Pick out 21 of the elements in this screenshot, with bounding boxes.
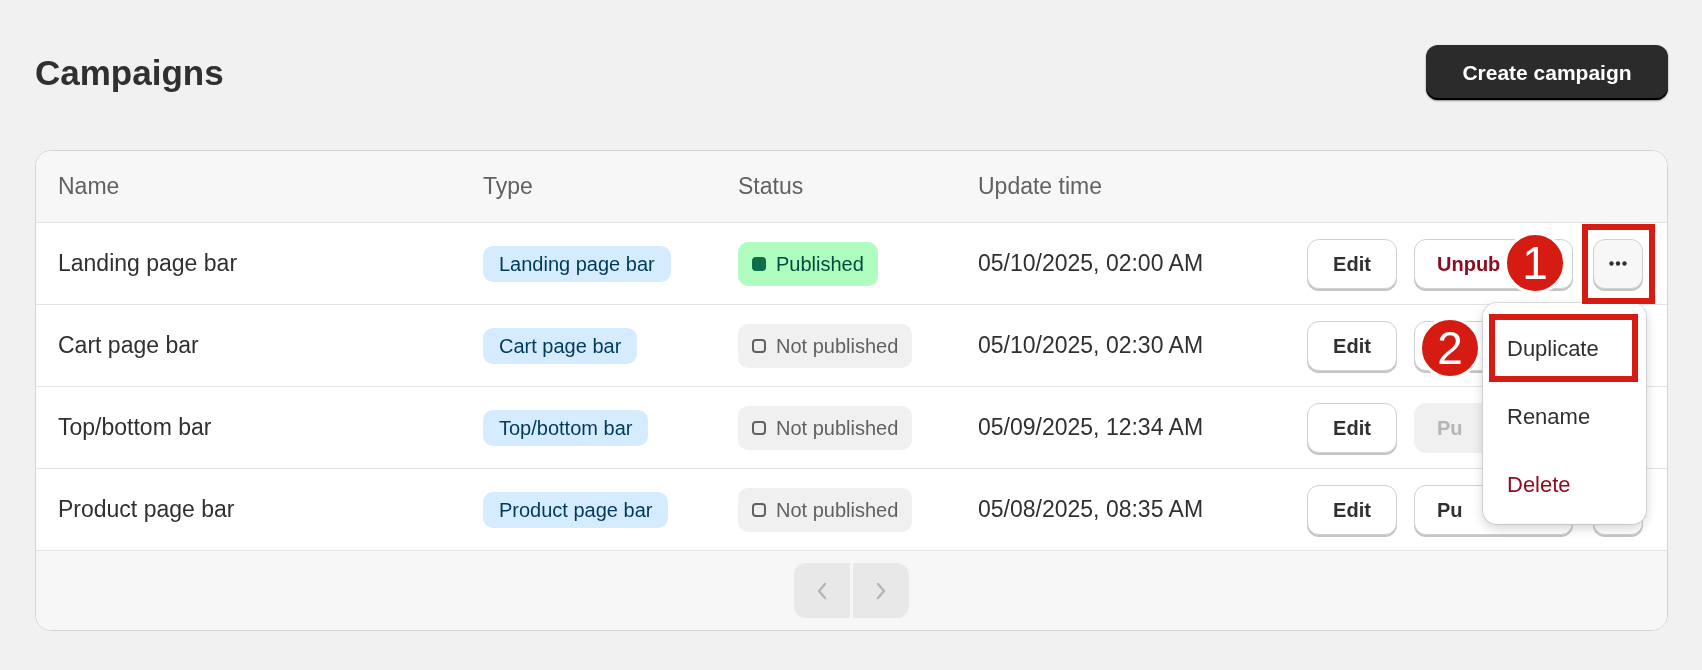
table-cell: Cart page bar	[58, 332, 199, 359]
type-tag: Landing page bar	[483, 246, 671, 283]
type-tag: Product page bar	[483, 492, 669, 529]
column-header: Update time	[978, 173, 1102, 200]
page-title: Campaigns	[35, 51, 224, 94]
table-cell: Product page bar	[58, 496, 235, 523]
table-cell: 05/09/2025, 12:34 AM	[978, 414, 1204, 441]
column-header: Type	[483, 173, 533, 200]
status-badge: Not published	[738, 323, 913, 368]
column-header: Status	[738, 173, 804, 200]
type-tag: Top/bottom bar	[483, 410, 649, 447]
column-header: Name	[58, 173, 120, 200]
table-cell: Landing page bar	[58, 250, 238, 277]
status-badge: Not published	[738, 405, 913, 450]
table-cell: 05/10/2025, 02:00 AM	[978, 250, 1204, 277]
status-badge: Published	[738, 241, 878, 286]
status-badge: Not published	[738, 487, 913, 532]
table-cell: 05/10/2025, 02:30 AM	[978, 332, 1204, 359]
table-cell: Top/bottom bar	[58, 414, 212, 441]
type-tag: Cart page bar	[483, 328, 638, 365]
table-cell: 05/08/2025, 08:35 AM	[978, 496, 1204, 523]
